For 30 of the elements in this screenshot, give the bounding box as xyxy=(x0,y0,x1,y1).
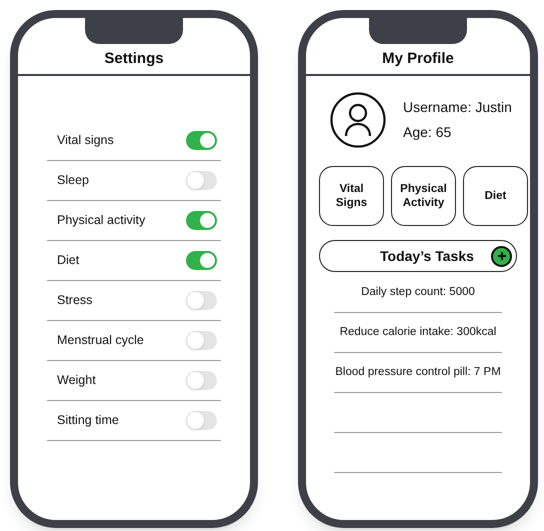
setting-label: Vital signs xyxy=(57,132,114,150)
toggle-switch[interactable] xyxy=(186,331,217,350)
toggle-switch[interactable] xyxy=(186,291,217,310)
setting-label: Stress xyxy=(57,292,92,310)
toggle-switch[interactable] xyxy=(186,131,217,150)
plus-icon xyxy=(496,251,506,261)
username-text: Username: Justin xyxy=(403,98,512,117)
user-avatar-icon xyxy=(330,92,386,148)
setting-label: Sitting time xyxy=(57,412,119,430)
category-button[interactable]: Diet xyxy=(463,166,528,226)
screen-title: Settings xyxy=(104,48,164,68)
setting-label: Diet xyxy=(57,252,80,270)
toggle-switch[interactable] xyxy=(186,171,217,190)
setting-label: Menstrual cycle xyxy=(57,332,144,350)
screen-title: My Profile xyxy=(382,48,454,68)
setting-label: Physical activity xyxy=(57,212,146,230)
toggle-switch[interactable] xyxy=(186,371,217,390)
add-task-button[interactable] xyxy=(491,246,512,266)
tasks-title: Today’s Tasks xyxy=(380,246,474,266)
setting-label: Weight xyxy=(57,372,96,390)
task-text: Blood pressure control pill: 7 PM xyxy=(335,364,501,380)
age-text: Age: 65 xyxy=(403,123,452,142)
toggle-switch[interactable] xyxy=(186,251,217,270)
toggle-switch[interactable] xyxy=(186,211,217,230)
setting-label: Sleep xyxy=(57,172,89,190)
category-button[interactable]: Physical Activity xyxy=(391,166,456,226)
category-button[interactable]: Vital Signs xyxy=(319,166,384,226)
toggle-switch[interactable] xyxy=(186,411,217,430)
task-text: Reduce calorie intake: 300kcal xyxy=(340,324,496,340)
task-text: Daily step count: 5000 xyxy=(361,284,475,300)
